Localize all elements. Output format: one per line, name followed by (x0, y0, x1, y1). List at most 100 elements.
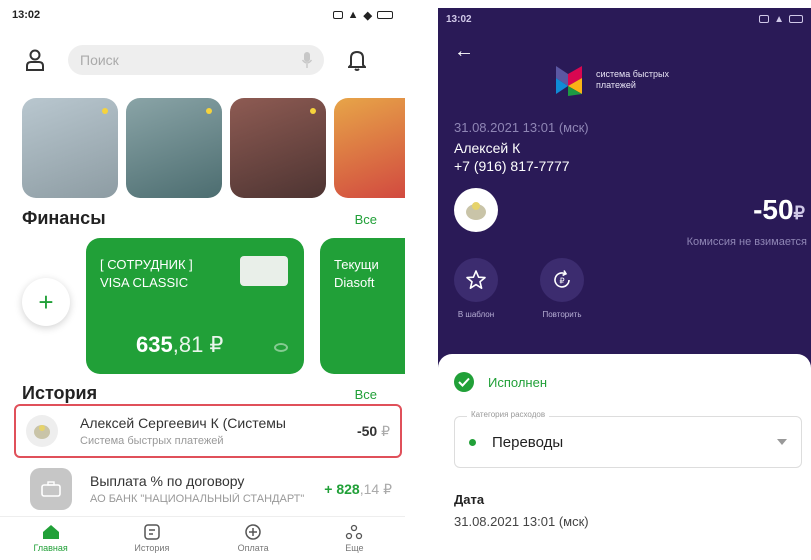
bell-icon (348, 50, 366, 71)
more-dots-icon (346, 524, 363, 540)
contact-avatar-icon (466, 202, 486, 220)
status-bar: 13:02 ▲ (438, 8, 811, 30)
details-panel: Исполнен Категория расходов Переводы Дат… (438, 354, 811, 560)
amount-main: -50 (753, 194, 794, 225)
sbp-logo-icon (556, 66, 582, 96)
story-tile[interactable] (22, 98, 118, 198)
status-bar: 13:02 ▲ ◆ (0, 0, 405, 30)
tab-label: Главная (33, 543, 68, 553)
home-icon (42, 525, 59, 539)
tab-payments[interactable]: Оплата (203, 517, 304, 560)
card-balance-main: 635 (136, 332, 173, 357)
history-item-subtitle: Система быстрых платежей (80, 435, 224, 447)
plus-icon: + (38, 286, 54, 317)
status-icons: ▲ (759, 14, 803, 25)
star-icon (466, 270, 486, 290)
search-input[interactable]: Поиск (68, 45, 324, 75)
search-placeholder: Поиск (80, 52, 119, 68)
alarm-icon (759, 15, 770, 23)
battery-icon (789, 15, 803, 23)
repeat-payment-button[interactable]: ₽ Повторить (534, 258, 590, 319)
tab-history[interactable]: История (101, 517, 202, 560)
card-thumbnail-icon (240, 256, 288, 286)
sbp-logo: система быстрых платежей (552, 62, 706, 98)
action-label: Повторить (542, 310, 582, 319)
eye-icon[interactable] (274, 343, 288, 352)
plus-circle-icon (245, 524, 261, 540)
story-tile[interactable] (230, 98, 326, 198)
status-time: 13:02 (12, 9, 41, 21)
finance-all-link[interactable]: Все (355, 212, 377, 227)
history-item-amount: + 828,14 ₽ (324, 481, 392, 498)
card-title-line1: Текущи (334, 257, 379, 272)
amount-main: -50 (356, 422, 378, 439)
recipient-name: Алексей К (454, 140, 521, 156)
history-item-name: Выплата % по договору (90, 473, 245, 489)
category-value: Переводы (492, 433, 564, 451)
battery-icon (377, 11, 393, 19)
save-template-button[interactable]: В шаблон (448, 258, 504, 319)
add-product-button[interactable]: + (22, 278, 70, 326)
microphone-icon[interactable] (302, 52, 312, 68)
date-label: Дата (454, 492, 485, 507)
history-all-link[interactable]: Все (355, 387, 377, 402)
card-balance: 635,81 ₽ (136, 332, 223, 358)
svg-text:₽: ₽ (559, 277, 564, 286)
card-title-line2: Diasoft (334, 274, 375, 290)
repeat-icon: ₽ (554, 270, 570, 288)
history-item-sbp[interactable]: Алексей Сергеевич К (Системы Система быс… (14, 404, 402, 458)
tab-label: Еще (345, 543, 364, 553)
action-label: В шаблон (457, 310, 495, 319)
history-item-name: Алексей Сергеевич К (Системы (80, 415, 286, 431)
date-value: 31.08.2021 13:01 (мск) (454, 514, 589, 529)
history-item-interest[interactable]: Выплата % по договору АО БАНК "НАЦИОНАЛЬ… (14, 462, 402, 516)
tab-more[interactable]: Еще (304, 517, 405, 560)
amount-main: + 828 (324, 480, 360, 497)
card-balance-fraction: ,81 ₽ (172, 332, 224, 357)
top-bar: Поиск (0, 40, 405, 80)
tab-home[interactable]: Главная (0, 517, 101, 560)
recipient-phone: +7 (916) 817-7777 (454, 158, 570, 174)
unread-dot (102, 108, 108, 114)
main-screen: 13:02 ▲ ◆ Поиск Финансы Все + [СОТРУДНИ… (0, 0, 405, 560)
amount-currency: ,14 ₽ (359, 480, 392, 497)
category-legend: Категория расходов (467, 410, 550, 419)
profile-button[interactable] (22, 47, 48, 73)
card-current-account[interactable]: Текущи Diasoft (320, 238, 405, 374)
history-item-amount: -50 ₽ (357, 423, 390, 440)
sbp-logo-text: система быстрых платежей (596, 69, 669, 90)
status-row: Исполнен (454, 372, 547, 392)
stories-carousel (22, 98, 405, 198)
chevron-down-icon (777, 439, 787, 445)
story-tile[interactable] (126, 98, 222, 198)
card-visa-classic[interactable]: [ СОТРУДНИК ] VISA CLASSIC 635,81 ₽ (86, 238, 304, 374)
bank-icon (30, 468, 72, 510)
signal-icon: ▲ (347, 9, 359, 21)
transaction-amount: -50₽ (753, 194, 805, 226)
history-item-subtitle: АО БАНК "НАЦИОНАЛЬНЫЙ СТАНДАРТ" (90, 493, 305, 505)
transaction-details-screen: 13:02 ▲ ← система быстрых платежей 31.08… (438, 8, 811, 560)
status-time: 13:02 (446, 13, 472, 25)
fee-note: Комиссия не взимается (686, 236, 807, 248)
briefcase-icon (41, 481, 61, 497)
history-title: История (22, 383, 98, 403)
tab-label: Оплата (237, 543, 269, 553)
avatar (454, 188, 498, 232)
wifi-icon: ◆ (363, 9, 372, 22)
amount-currency: ₽ (793, 203, 805, 223)
status-icons: ▲ ◆ (332, 9, 393, 22)
category-dot-icon (469, 438, 476, 446)
user-icon (26, 49, 44, 71)
notifications-button[interactable] (344, 47, 370, 73)
unread-dot (206, 108, 212, 114)
unread-dot (310, 108, 316, 114)
status-text: Исполнен (488, 374, 548, 390)
amount-currency: ₽ (377, 422, 390, 439)
avatar (26, 415, 58, 447)
tab-label: История (134, 543, 170, 553)
back-arrow-icon[interactable]: ← (454, 40, 474, 63)
expense-category-select[interactable]: Категория расходов Переводы (454, 410, 802, 468)
signal-icon: ▲ (774, 13, 784, 25)
check-icon (454, 372, 474, 392)
story-tile[interactable] (334, 98, 405, 198)
